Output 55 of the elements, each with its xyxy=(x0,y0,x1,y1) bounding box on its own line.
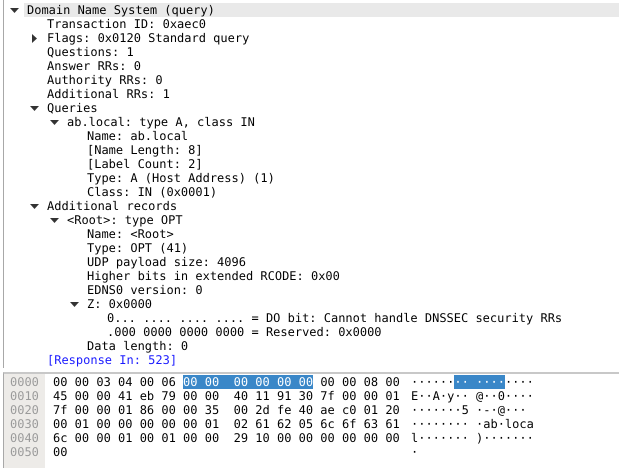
collapsed-arrow-icon[interactable] xyxy=(32,34,36,42)
expanded-arrow-icon[interactable] xyxy=(50,120,58,124)
tree-item-label[interactable]: Name: ab.local xyxy=(84,129,619,143)
tree-item-label[interactable]: Domain Name System (query) xyxy=(24,3,619,17)
hex-bytes[interactable]: 45 00 00 41 eb 79 00 00 40 11 91 30 7f 00 00 01 xyxy=(53,389,400,403)
tree-item-label[interactable]: Questions: 1 xyxy=(44,45,619,59)
tree-item-label[interactable]: Transaction ID: 0xaec0 xyxy=(44,17,619,31)
selected-hex-bytes[interactable]: 00 00 00 00 00 00 xyxy=(183,375,314,389)
hex-bytes[interactable]: 6c 00 00 01 00 01 00 00 29 10 00 00 00 00 00 00 xyxy=(53,431,400,445)
expanded-arrow-icon[interactable] xyxy=(50,218,58,222)
tree-item-label[interactable]: Flags: 0x0120 Standard query xyxy=(44,31,619,45)
offset-label: 0020 xyxy=(9,403,40,417)
expanded-arrow-icon[interactable] xyxy=(30,204,38,208)
ascii-text[interactable]: ········ ·ab·loca xyxy=(411,417,534,431)
tree-item-label[interactable]: <Root>: type OPT xyxy=(64,213,619,227)
expanded-arrow-icon[interactable] xyxy=(10,8,18,12)
ascii-text[interactable]: · xyxy=(411,445,418,459)
offset-label: 0010 xyxy=(9,389,40,403)
tree-item-label[interactable]: UDP payload size: 4096 xyxy=(84,255,619,269)
ascii-text[interactable]: E··A·y·· @··0···· xyxy=(411,389,534,403)
offset-label: 0050 xyxy=(9,445,40,459)
tree-item-label[interactable]: Additional records xyxy=(44,199,619,213)
tree-item-label[interactable]: Higher bits in extended RCODE: 0x00 xyxy=(84,269,619,283)
tree-item-label[interactable]: Class: IN (0x0001) xyxy=(84,185,619,199)
ascii-text[interactable]: l······· )······· xyxy=(411,431,534,445)
ascii-text[interactable]: ···· xyxy=(504,375,534,389)
tree-item-label[interactable]: Answer RRs: 0 xyxy=(44,59,619,73)
tree-item-label[interactable]: ab.local: type A, class IN xyxy=(64,115,619,129)
tree-item-label[interactable]: Authority RRs: 0 xyxy=(44,73,619,87)
expanded-arrow-icon[interactable] xyxy=(30,106,38,110)
offset-label: 0000 xyxy=(9,375,40,389)
tree-item-label[interactable]: Type: A (Host Address) (1) xyxy=(84,171,619,185)
hex-bytes[interactable]: 00 01 00 00 00 00 00 01 02 61 62 05 6c 6f 63 61 xyxy=(53,417,400,431)
tree-item-label[interactable]: Type: OPT (41) xyxy=(84,241,619,255)
hex-bytes[interactable]: 00 00 03 04 00 06 xyxy=(53,375,184,389)
offset-label: 0030 xyxy=(9,417,40,431)
tree-item-label[interactable]: Queries xyxy=(44,101,619,115)
tree-item-label[interactable]: Z: 0x0000 xyxy=(84,297,619,311)
hex-bytes[interactable]: 00 00 08 00 xyxy=(313,375,400,389)
hex-bytes[interactable]: 00 xyxy=(53,445,68,459)
offset-label: 0040 xyxy=(9,431,40,445)
ascii-text[interactable]: ·······5 ·-·@··· xyxy=(411,403,527,417)
selected-ascii-text[interactable]: ·· ···· xyxy=(454,375,505,389)
tree-item-label[interactable]: EDNS0 version: 0 xyxy=(84,283,619,297)
tree-item-label[interactable]: Data length: 0 xyxy=(84,339,619,353)
tree-item-label[interactable]: .000 0000 0000 0000 = Reserved: 0x0000 xyxy=(104,325,619,339)
tree-item-label[interactable]: [Label Count: 2] xyxy=(84,157,619,171)
expanded-arrow-icon[interactable] xyxy=(70,302,78,306)
tree-item-label[interactable]: Additional RRs: 1 xyxy=(44,87,619,101)
tree-item-label[interactable]: Name: <Root> xyxy=(84,227,619,241)
ascii-text[interactable]: ······ xyxy=(411,375,454,389)
tree-item-label[interactable]: [Name Length: 8] xyxy=(84,143,619,157)
hex-bytes[interactable]: 7f 00 00 01 86 00 00 35 00 2d fe 40 ae c0 01 20 xyxy=(53,403,400,417)
response-link[interactable]: [Response In: 523] xyxy=(44,353,178,367)
tree-item-label[interactable]: 0... .... .... .... = DO bit: Cannot handle DNSSEC security RRs xyxy=(104,311,619,325)
